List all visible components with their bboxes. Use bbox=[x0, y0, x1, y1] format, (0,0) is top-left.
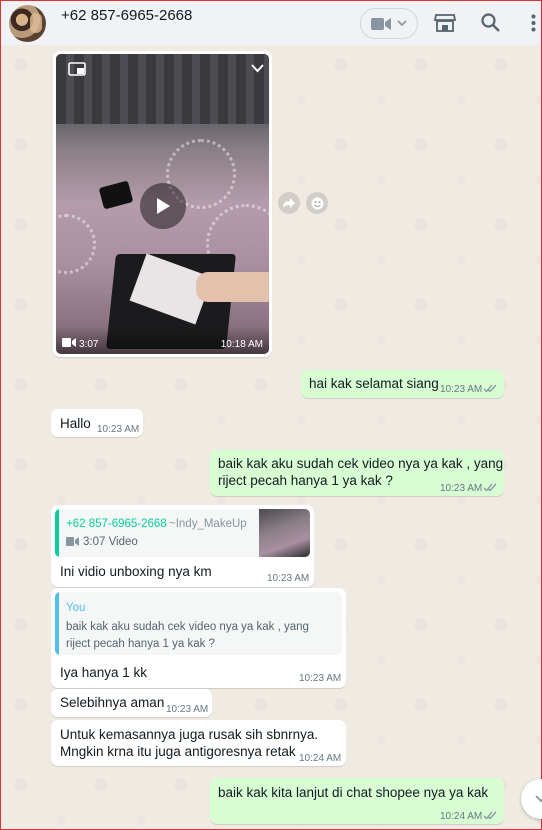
incoming-message[interactable]: Untuk kemasannya juga rusak sih sbnrnya.… bbox=[51, 720, 346, 766]
search-icon[interactable] bbox=[481, 13, 500, 32]
outgoing-message[interactable]: hai kak selamat siang 10:23 AM bbox=[301, 370, 504, 398]
video-thumbnail[interactable]: 3:07 10:18 AM bbox=[56, 54, 269, 354]
message-time: 10:23 AM bbox=[97, 424, 140, 435]
incoming-message[interactable]: You baik kak aku sudah cek video nya ya … bbox=[51, 588, 346, 688]
message-time: 10:23 AM bbox=[440, 384, 483, 395]
message-time: 10:23 AM bbox=[299, 673, 342, 684]
chat-area[interactable]: 3:07 10:18 AM hai kak selamat siang 10:2… bbox=[1, 45, 542, 829]
play-button[interactable] bbox=[140, 183, 186, 229]
react-button[interactable] bbox=[306, 192, 328, 214]
message-text-line: Untuk kemasannya juga rusak sih sbnrnya. bbox=[60, 727, 319, 742]
video-scene bbox=[56, 54, 269, 124]
message-text: baik kak kita lanjut di chat shopee nya … bbox=[218, 785, 489, 800]
forward-icon bbox=[283, 198, 295, 208]
quote-alias: ~Indy_MakeUp bbox=[169, 518, 247, 530]
message-time: 10:23 AM bbox=[440, 483, 483, 494]
video-call-icon bbox=[371, 17, 391, 30]
message-text-line: Mngkin krna itu juga antigoresnya retak bbox=[60, 744, 296, 759]
avatar[interactable] bbox=[9, 5, 46, 42]
quote-author: +62 857-6965-2668 bbox=[66, 518, 167, 530]
message-text: Iya hanya 1 kk bbox=[60, 665, 148, 680]
message-text: Selebihnya aman bbox=[60, 695, 165, 710]
video-scene bbox=[98, 180, 134, 210]
pip-icon[interactable] bbox=[68, 62, 86, 76]
message-time: 10:23 AM bbox=[166, 704, 209, 715]
incoming-message[interactable]: Selebihnya aman 10:23 AM bbox=[51, 689, 212, 717]
scroll-down-button[interactable] bbox=[521, 779, 542, 819]
video-message[interactable]: 3:07 10:18 AM bbox=[53, 51, 272, 357]
shop-icon[interactable] bbox=[434, 13, 456, 33]
quoted-message[interactable]: You baik kak aku sudah cek video nya ya … bbox=[55, 592, 342, 655]
chevron-down-icon bbox=[397, 20, 407, 27]
quote-thumbnail bbox=[259, 509, 310, 557]
message-time: 10:24 AM bbox=[440, 811, 483, 822]
outgoing-message[interactable]: baik kak aku sudah cek video nya ya kak … bbox=[210, 450, 504, 496]
message-text: Ini vidio unboxing nya km bbox=[60, 564, 212, 579]
quote-media-label: 3:07 Video bbox=[83, 536, 138, 548]
message-time: 10:18 AM bbox=[220, 339, 263, 350]
read-ticks-icon bbox=[483, 483, 497, 492]
message-text: Hallo bbox=[60, 416, 91, 431]
quote-text-line: baik kak aku sudah cek video nya ya kak … bbox=[66, 621, 309, 633]
forward-button[interactable] bbox=[278, 192, 300, 214]
emoji-icon bbox=[311, 197, 323, 209]
video-scene bbox=[196, 272, 269, 302]
incoming-message[interactable]: +62 857-6965-2668 ~Indy_MakeUp 3:07 Vide… bbox=[51, 505, 314, 587]
message-time: 10:24 AM bbox=[299, 753, 342, 764]
video-scene bbox=[56, 214, 96, 274]
video-call-button[interactable] bbox=[360, 8, 418, 39]
contact-name[interactable]: +62 857-6965-2668 bbox=[61, 7, 192, 24]
read-ticks-icon bbox=[483, 811, 497, 820]
video-camera-icon bbox=[66, 537, 79, 546]
message-text: hai kak selamat siang bbox=[309, 376, 439, 391]
message-time: 10:23 AM bbox=[267, 573, 310, 584]
video-camera-icon bbox=[62, 338, 76, 347]
chat-header: +62 857-6965-2668 bbox=[1, 1, 541, 45]
quote-bar bbox=[55, 592, 59, 655]
quoted-message[interactable]: +62 857-6965-2668 ~Indy_MakeUp 3:07 Vide… bbox=[55, 509, 310, 557]
message-text-line: baik kak aku sudah cek video nya ya kak … bbox=[218, 456, 504, 471]
play-icon bbox=[157, 198, 170, 214]
chevron-down-icon[interactable] bbox=[251, 64, 264, 73]
quote-text-line: riject pecah hanya 1 ya kak ? bbox=[66, 638, 215, 650]
chevron-down-icon bbox=[535, 795, 542, 803]
video-duration: 3:07 bbox=[79, 339, 99, 350]
quote-author: You bbox=[66, 602, 86, 614]
read-ticks-icon bbox=[483, 384, 497, 393]
incoming-message[interactable]: Hallo 10:23 AM bbox=[51, 409, 143, 437]
menu-icon[interactable] bbox=[531, 14, 536, 32]
quote-bar bbox=[55, 509, 59, 557]
message-text-line: riject pecah hanya 1 ya kak ? bbox=[218, 473, 393, 488]
outgoing-message[interactable]: baik kak kita lanjut di chat shopee nya … bbox=[210, 778, 504, 824]
